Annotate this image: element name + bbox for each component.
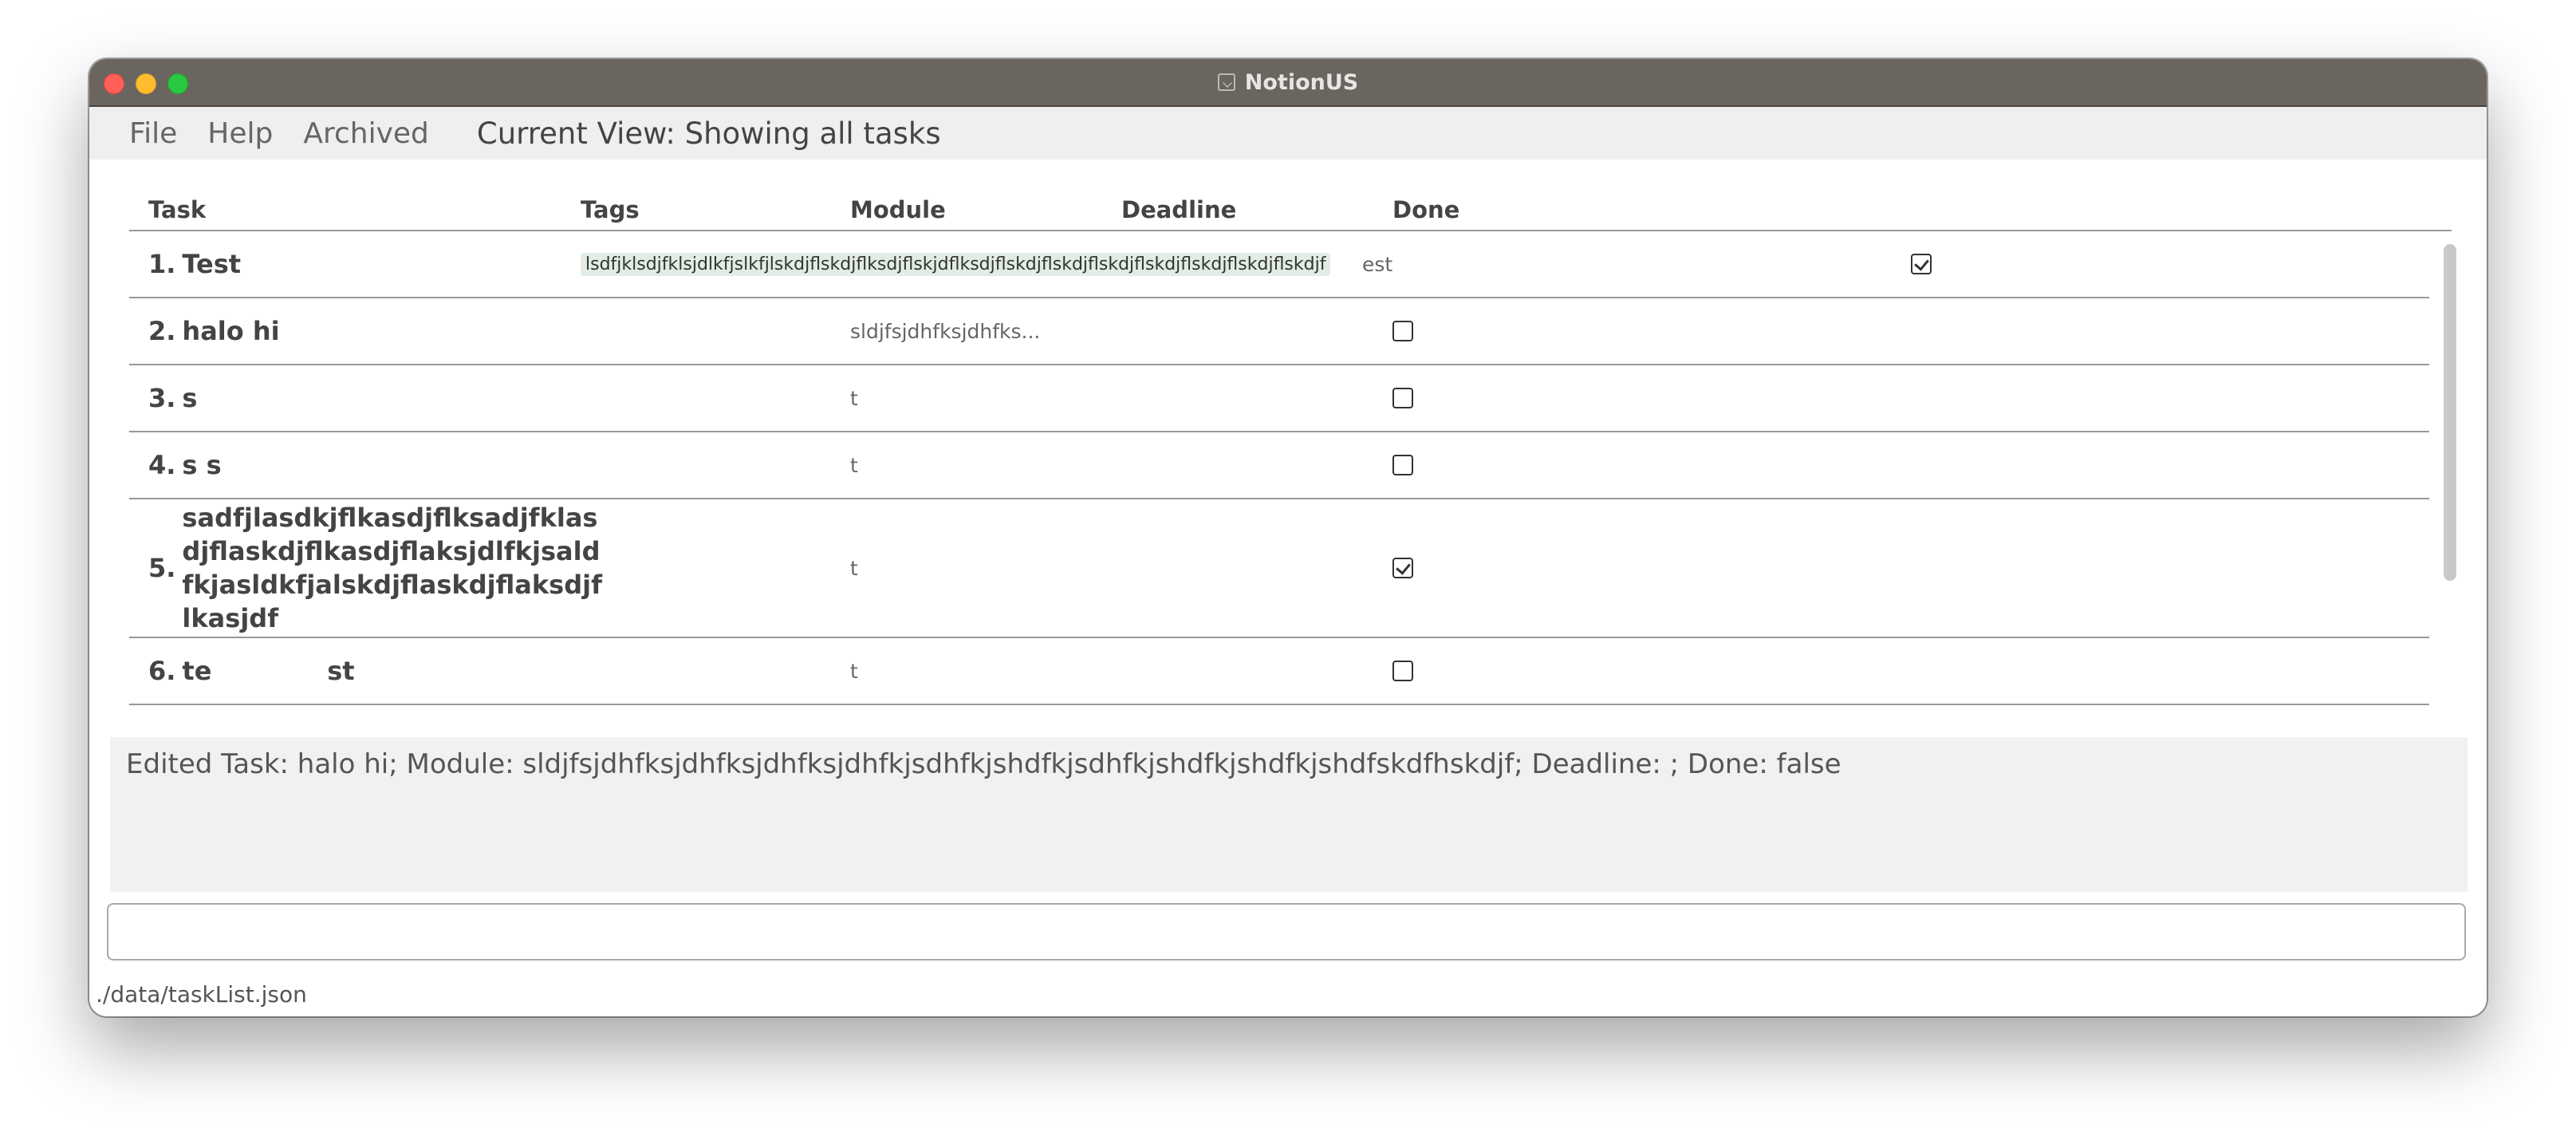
task-number: 2.: [148, 316, 176, 346]
header-deadline: Deadline: [1121, 196, 1237, 223]
module-cell: t: [850, 556, 858, 580]
task-name: s: [182, 383, 198, 413]
task-name: te st: [182, 656, 355, 686]
table-scrollbar[interactable]: [2444, 244, 2456, 581]
module-cell: t: [850, 453, 858, 477]
result-display: Edited Task: halo hi; Module: sldjfsjdhf…: [110, 737, 2468, 892]
window-title: NotionUS: [1244, 69, 1359, 95]
task-number: 1.: [148, 249, 176, 279]
task-name-cell: 2. halo hi: [148, 298, 547, 364]
task-name-line: fkjasldkfjalskdjflaskdjflaksdjf: [182, 570, 602, 600]
task-name-multiline: sadfjlasdkjflkasdjflksadjfklas djflaskdj…: [182, 501, 602, 635]
header-module: Module: [850, 196, 946, 223]
header-tags: Tags: [581, 196, 640, 223]
result-text: Edited Task: halo hi; Module: sldjfsjdhf…: [126, 748, 1841, 780]
menu-archived[interactable]: Archived: [303, 117, 429, 150]
command-input[interactable]: [107, 903, 2466, 960]
window-title-group: NotionUS: [89, 59, 2487, 105]
tag-chip: lsdfjklsdjfklsjdlkfjslkfjlskdjflskdjflks…: [581, 252, 1331, 276]
done-checkbox-cell: [1392, 638, 1413, 704]
menu-help[interactable]: Help: [207, 117, 273, 150]
done-checkbox-cell: [1392, 298, 1413, 364]
done-checkbox-cell: [1392, 499, 1413, 637]
task-number: 6.: [148, 656, 176, 686]
task-number: 5.: [148, 553, 176, 583]
current-view-label: Current View: Showing all tasks: [476, 116, 941, 151]
done-checkbox[interactable]: [1392, 661, 1413, 681]
app-icon: [1217, 73, 1235, 91]
table-row[interactable]: 6. te st t: [129, 638, 2429, 705]
table-row[interactable]: 2. halo hi sldjfsjdhfksjdhfks...: [129, 298, 2429, 365]
done-checkbox[interactable]: [1911, 254, 1932, 274]
task-name: halo hi: [182, 316, 280, 346]
title-bar: NotionUS: [89, 59, 2487, 107]
deadline-cell: est: [1362, 252, 1393, 276]
done-checkbox-cell: [1911, 231, 1932, 297]
table-row[interactable]: 3. s t: [129, 365, 2429, 432]
task-number: 4.: [148, 450, 176, 480]
task-name-line: sadfjlasdkjflkasdjflksadjfklas: [182, 503, 598, 533]
tag-cell: lsdfjklsdjfklsjdlkfjslkfjlskdjflskdjflks…: [581, 231, 1331, 297]
task-number: 3.: [148, 383, 176, 413]
table-row[interactable]: 4. s s t: [129, 432, 2429, 499]
task-name-line: djflaskdjflkasdjflaksjdlfkjsald: [182, 536, 601, 566]
status-bar-file-path: ./data/taskList.json: [96, 981, 307, 1008]
done-checkbox-cell: [1392, 432, 1413, 498]
done-checkbox[interactable]: [1392, 455, 1413, 475]
task-name-cell: 3. s: [148, 365, 547, 431]
done-checkbox-cell: [1392, 365, 1413, 431]
header-task: Task: [148, 196, 207, 223]
task-name: Test: [182, 249, 242, 279]
app-window: NotionUS File Help Archived Current View…: [89, 59, 2487, 1016]
module-cell: t: [850, 659, 858, 683]
task-table-header: Task Tags Module Deadline Done: [129, 193, 2452, 231]
done-checkbox[interactable]: [1392, 388, 1413, 408]
table-row[interactable]: 1. Test lsdfjklsdjfklsjdlkfjslkfjlskdjfl…: [129, 231, 2429, 298]
done-checkbox[interactable]: [1392, 558, 1413, 578]
table-row[interactable]: 5. sadfjlasdkjflkasdjflksadjfklas djflas…: [129, 499, 2429, 638]
task-name-cell: 5. sadfjlasdkjflkasdjflksadjfklas djflas…: [148, 499, 602, 637]
menu-bar: File Help Archived Current View: Showing…: [89, 107, 2487, 160]
task-name-cell: 1. Test: [148, 231, 547, 297]
task-name-cell: 6. te st: [148, 638, 547, 704]
module-cell: sldjfsjdhfksjdhfks...: [850, 319, 1041, 343]
done-checkbox[interactable]: [1392, 321, 1413, 341]
header-done: Done: [1392, 196, 1460, 223]
task-name-cell: 4. s s: [148, 432, 547, 498]
menu-file[interactable]: File: [129, 117, 177, 150]
module-cell: t: [850, 386, 858, 410]
task-name: s s: [182, 450, 222, 480]
task-table: 1. Test lsdfjklsdjfklsjdlkfjslkfjlskdjfl…: [129, 231, 2429, 705]
task-name-line: lkasjdf: [182, 603, 279, 633]
